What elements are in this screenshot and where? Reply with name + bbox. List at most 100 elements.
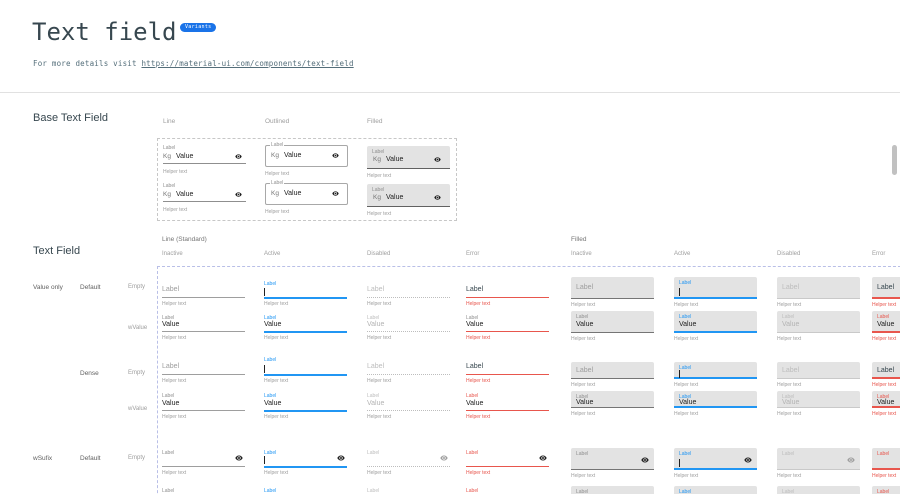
field-prefix: Kg: [163, 191, 171, 198]
field-value: Value: [576, 399, 593, 406]
text-field[interactable]: LabelValueHelper text: [367, 315, 450, 347]
base-column-filled: Filled: [367, 118, 383, 125]
helper-text: Helper text: [162, 470, 186, 476]
text-field[interactable]: LabelKgValueHelper text: [367, 145, 450, 179]
helper-text: Helper text: [571, 473, 595, 479]
text-field[interactable]: LabelHelper text: [674, 448, 757, 482]
eye-icon: [235, 454, 243, 462]
text-field[interactable]: LabelHelper text: [571, 362, 654, 391]
field-label: Label: [466, 363, 483, 370]
eye-icon: [434, 194, 441, 201]
field-underline: [367, 297, 450, 298]
text-field[interactable]: LabelValueHelper text: [777, 391, 860, 420]
field-label: Label: [466, 450, 478, 456]
field-label: Label: [576, 451, 588, 457]
text-field[interactable]: LabelValueHelper text: [571, 311, 654, 345]
text-field[interactable]: LabelKgValueHelper text: [163, 183, 246, 217]
field-value: Value: [264, 400, 281, 407]
matrix-section-heading: Text Field: [33, 245, 80, 257]
doc-link[interactable]: https://material-ui.com/components/text-…: [141, 59, 353, 68]
helper-text: Helper text: [872, 473, 896, 479]
text-field[interactable]: Label Helper text: [571, 448, 654, 482]
text-field[interactable]: LabelKgValueHelper text: [367, 183, 450, 217]
text-field[interactable]: LabelHelper text: [777, 448, 860, 482]
field-label: Label: [367, 450, 379, 456]
helper-text: Helper text: [367, 301, 391, 307]
scrollbar-thumb[interactable]: [892, 145, 897, 175]
text-field[interactable]: LabelHelper text: [466, 450, 549, 482]
text-field[interactable]: LabelValueHelper text: [264, 488, 347, 494]
field-underline: [466, 466, 549, 467]
field-label: Label: [782, 284, 799, 291]
text-field[interactable]: LabelValueHelper text: [777, 311, 860, 345]
text-field[interactable]: LabelHelper text: [367, 281, 450, 313]
helper-text: Helper text: [571, 382, 595, 388]
text-field[interactable]: LabelHelper text: [674, 362, 757, 391]
field-label: Label: [162, 363, 179, 370]
helper-text: Helper text: [777, 473, 801, 479]
text-field[interactable]: LabelValueHelper text: [674, 486, 757, 494]
field-underline: [162, 410, 245, 411]
field-label: Label: [163, 145, 175, 151]
text-field[interactable]: LabelValueHelper text: [162, 315, 245, 347]
helper-text: Helper text: [367, 470, 391, 476]
text-field[interactable]: LabelHelper text: [264, 357, 347, 389]
text-field[interactable]: LabelHelper text: [264, 281, 347, 313]
text-field[interactable]: LabelHelper text: [674, 277, 757, 311]
text-field[interactable]: LabelHelper text: [872, 362, 900, 391]
text-field[interactable]: LabelValueHelper text: [777, 486, 860, 494]
helper-text: Helper text: [466, 301, 490, 307]
text-field[interactable]: LabelValueHelper text: [674, 391, 757, 420]
text-field[interactable]: LabelKgValueHelper text: [163, 145, 246, 179]
eye-icon: [337, 454, 345, 462]
text-field[interactable]: LabelHelper text: [466, 357, 549, 389]
text-field[interactable]: LabelKgValueHelper text: [265, 145, 348, 179]
state-header: Inactive: [571, 251, 592, 257]
field-label: Label: [679, 280, 691, 286]
helper-text: Helper text: [264, 335, 288, 341]
text-field[interactable]: LabelValueHelper text: [872, 486, 900, 494]
text-field[interactable]: LabelHelper text: [367, 357, 450, 389]
text-field[interactable]: LabelValueHelper text: [872, 391, 900, 420]
field-value: Value: [284, 190, 301, 197]
text-field[interactable]: LabelHelper text: [162, 281, 245, 313]
base-column-line: Line: [163, 118, 175, 125]
text-field[interactable]: LabelValueHelper text: [264, 393, 347, 425]
text-field[interactable]: LabelHelper text: [777, 277, 860, 311]
field-prefix: Kg: [373, 156, 381, 163]
text-field[interactable]: LabelValueHelper text: [162, 488, 245, 494]
text-field[interactable]: LabelValueHelper text: [674, 311, 757, 345]
field-underline: [367, 466, 450, 467]
field-value: Value: [679, 399, 696, 406]
text-field[interactable]: LabelHelper text: [162, 450, 245, 482]
variants-badge: Variants: [180, 23, 216, 32]
field-label: Label: [162, 286, 179, 293]
text-field[interactable]: LabelHelper text: [264, 450, 347, 482]
helper-text: Helper text: [265, 209, 289, 215]
text-field[interactable]: LabelValueHelper text: [571, 486, 654, 494]
field-label: Label: [877, 451, 889, 457]
text-field[interactable]: LabelHelper text: [571, 277, 654, 311]
field-label: Label: [466, 393, 478, 399]
text-field[interactable]: LabelValueHelper text: [466, 393, 549, 425]
text-field[interactable]: LabelValueHelper text: [466, 488, 549, 494]
text-field[interactable]: LabelValueHelper text: [367, 393, 450, 425]
text-field[interactable]: LabelValueHelper text: [367, 488, 450, 494]
text-field[interactable]: LabelKgValueHelper text: [265, 183, 348, 217]
text-field[interactable]: Label Helper text: [367, 450, 450, 482]
text-field[interactable]: LabelHelper text: [872, 277, 900, 311]
field-label: Label: [264, 450, 276, 456]
text-field[interactable]: LabelHelper text: [777, 362, 860, 391]
text-field[interactable]: LabelValueHelper text: [466, 315, 549, 347]
helper-text: Helper text: [264, 378, 288, 384]
text-field[interactable]: Label Helper text: [872, 448, 900, 482]
text-field[interactable]: LabelValueHelper text: [872, 311, 900, 345]
text-field[interactable]: LabelHelper text: [466, 281, 549, 313]
field-underline: [162, 374, 245, 375]
text-field[interactable]: LabelValueHelper text: [162, 393, 245, 425]
text-field[interactable]: LabelValueHelper text: [264, 315, 347, 347]
text-field[interactable]: LabelValueHelper text: [571, 391, 654, 420]
text-field[interactable]: LabelHelper text: [162, 357, 245, 389]
eye-icon: [847, 456, 855, 464]
helper-text: Helper text: [571, 302, 595, 308]
